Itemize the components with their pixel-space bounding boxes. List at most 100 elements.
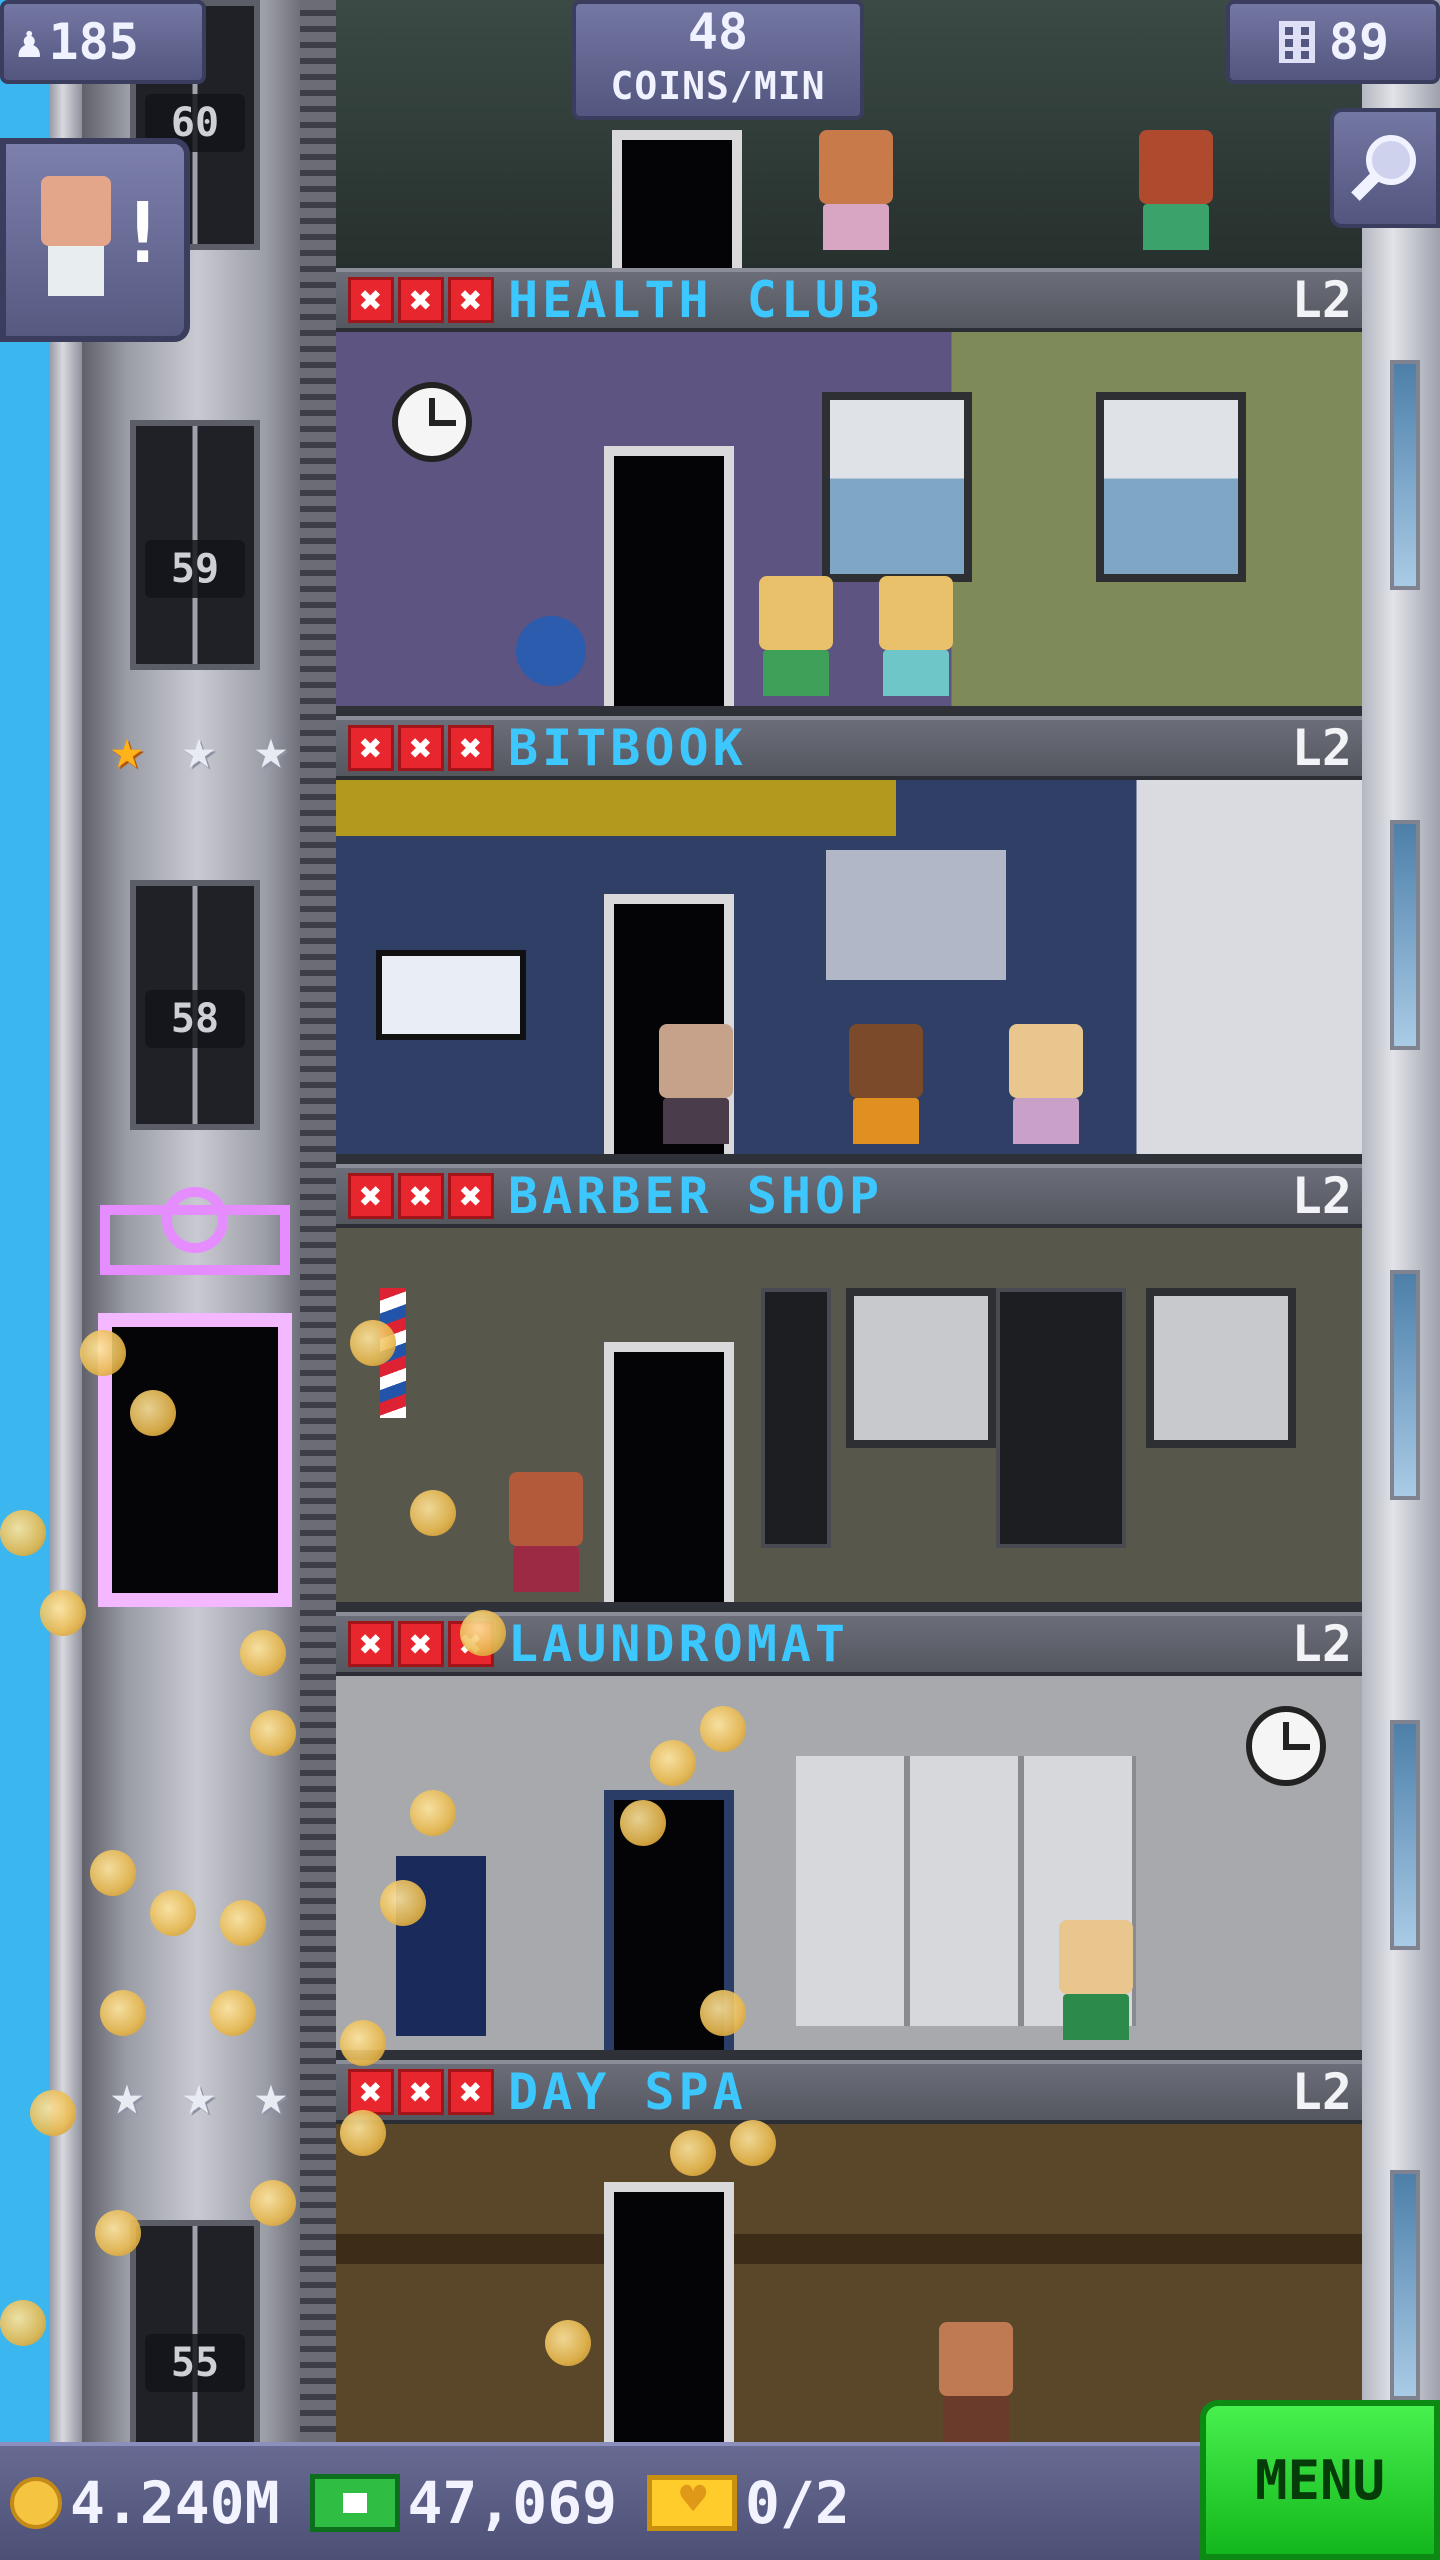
visitor-notification-button[interactable]: !: [0, 138, 190, 342]
floor-header[interactable]: ✖ ✖ ✖ HEALTH CLUB L2: [336, 268, 1362, 332]
tenant[interactable]: [1136, 130, 1216, 250]
bb-logo: [826, 850, 1006, 980]
floor-level: L2: [1291, 1167, 1352, 1225]
population-counter[interactable]: ♟ 185: [0, 0, 206, 84]
floor-rating: ★ ★ ★: [95, 718, 303, 782]
shelf: [761, 1288, 831, 1548]
coin-particle: [410, 1790, 456, 1836]
stock-empty-icon: ✖: [348, 2069, 394, 2115]
stock-empty-icon: ✖: [448, 277, 494, 323]
coin-particle: [730, 2120, 776, 2166]
coin-particle: [0, 1510, 46, 1556]
search-button[interactable]: [1330, 108, 1440, 228]
tower-window: [1390, 1270, 1420, 1500]
floor-name: DAY SPA: [508, 2063, 747, 2121]
stock-empty-icon: ✖: [398, 725, 444, 771]
stock-empty-icon: ✖: [398, 1621, 444, 1667]
star-silver-icon: ★: [254, 717, 288, 782]
sky: [0, 0, 50, 2560]
coin-particle: [350, 1320, 396, 1366]
population-value: 185: [48, 13, 139, 71]
tower-window: [1390, 2170, 1420, 2400]
tenant[interactable]: [506, 1472, 586, 1592]
tickets-value: 0/2: [745, 2469, 850, 2537]
bux-icon: [309, 2474, 400, 2532]
tenant[interactable]: [756, 576, 836, 696]
floor-health-club[interactable]: ✖ ✖ ✖ HEALTH CLUB L2: [336, 268, 1362, 716]
stock-empty-icon: ✖: [448, 725, 494, 771]
coins-display[interactable]: 4.240M: [10, 2469, 280, 2537]
stock-indicators: ✖ ✖ ✖: [348, 277, 494, 323]
ceiling-beam: [336, 780, 896, 836]
menu-button[interactable]: MENU: [1200, 2400, 1440, 2560]
room-interior[interactable]: [336, 1676, 1362, 2060]
floor-day-spa[interactable]: ✖ ✖ ✖ DAY SPA L2: [336, 2060, 1362, 2442]
elevator-rail: [300, 0, 336, 2460]
tenant[interactable]: [656, 1024, 736, 1144]
tower-window: [1390, 1720, 1420, 1950]
room-interior[interactable]: [336, 332, 1362, 716]
tenant[interactable]: [816, 130, 896, 250]
stock-empty-icon: ✖: [398, 1173, 444, 1219]
coin-particle: [340, 2110, 386, 2156]
floor-bitbook[interactable]: ✖ ✖ ✖ BITBOOK L2: [336, 716, 1362, 1164]
room-interior[interactable]: [336, 780, 1362, 1164]
room-door: [604, 446, 734, 706]
tenant[interactable]: [846, 1024, 926, 1144]
coin-particle: [210, 1990, 256, 2036]
shelf: [996, 1288, 1126, 1548]
coin-particle: [150, 1890, 196, 1936]
floor-name: BITBOOK: [508, 719, 747, 777]
alert-icon: !: [117, 184, 168, 282]
monitor: [376, 950, 526, 1040]
vip-elevator[interactable]: [95, 1180, 295, 1620]
person-icon: ♟: [16, 16, 43, 68]
tickets-display[interactable]: 0/2: [647, 2469, 850, 2537]
stock-empty-icon: ✖: [348, 1173, 394, 1219]
room-door: [604, 1342, 734, 1602]
coin-particle: [460, 1610, 506, 1656]
coin-particle: [220, 1900, 266, 1946]
coin-particle: [620, 1800, 666, 1846]
tower-window: [1390, 820, 1420, 1050]
floor-header[interactable]: ✖ ✖ ✖ BITBOOK L2: [336, 716, 1362, 780]
floor-level: L2: [1291, 271, 1352, 329]
star-silver-icon: ★: [182, 717, 216, 782]
ticket-icon: [647, 2474, 738, 2531]
coin-particle: [700, 1990, 746, 2036]
tower-window: [1390, 360, 1420, 590]
coin-particle: [240, 1630, 286, 1676]
star-gold-icon: ★: [110, 717, 144, 782]
tenant[interactable]: [876, 576, 956, 696]
bux-display[interactable]: 47,069: [309, 2469, 617, 2537]
stock-empty-icon: ✖: [448, 2069, 494, 2115]
tenant[interactable]: [936, 2322, 1016, 2442]
coin-particle: [250, 1710, 296, 1756]
floor-rating: ★ ★ ★: [95, 2064, 303, 2128]
floor-header[interactable]: ✖ ✖ ✖ BARBER SHOP L2: [336, 1164, 1362, 1228]
coins-per-min-display[interactable]: 48 COINS/MIN: [572, 0, 864, 120]
tenant[interactable]: [1006, 1024, 1086, 1144]
stock-empty-icon: ✖: [448, 1173, 494, 1219]
floor-header[interactable]: ✖ ✖ ✖ DAY SPA L2: [336, 2060, 1362, 2124]
star-silver-icon: ★: [110, 2063, 144, 2128]
coins-per-min-value: 48: [687, 3, 749, 61]
floors-counter[interactable]: 89: [1226, 0, 1440, 84]
floor-barber-shop[interactable]: ✖ ✖ ✖ BARBER SHOP L2: [336, 1164, 1362, 1612]
elevator-floor-number: 59: [145, 540, 245, 598]
floor-laundromat[interactable]: ✖ ✖ ✖ LAUNDROMAT L2: [336, 1612, 1362, 2060]
floor-level: L2: [1291, 2063, 1352, 2121]
coin-particle: [130, 1390, 176, 1436]
visitor-avatar: [36, 176, 116, 306]
coin-particle: [650, 1740, 696, 1786]
stock-empty-icon: ✖: [348, 277, 394, 323]
clock-icon: [392, 382, 472, 462]
tenant[interactable]: [1056, 1920, 1136, 2040]
floor-name: HEALTH CLUB: [508, 271, 884, 329]
star-silver-icon: ★: [254, 2063, 288, 2128]
tower-edge: [50, 0, 82, 2560]
coin-particle: [40, 1590, 86, 1636]
window: [1096, 392, 1246, 582]
room-interior[interactable]: [336, 2124, 1362, 2442]
room-interior[interactable]: [336, 1228, 1362, 1612]
